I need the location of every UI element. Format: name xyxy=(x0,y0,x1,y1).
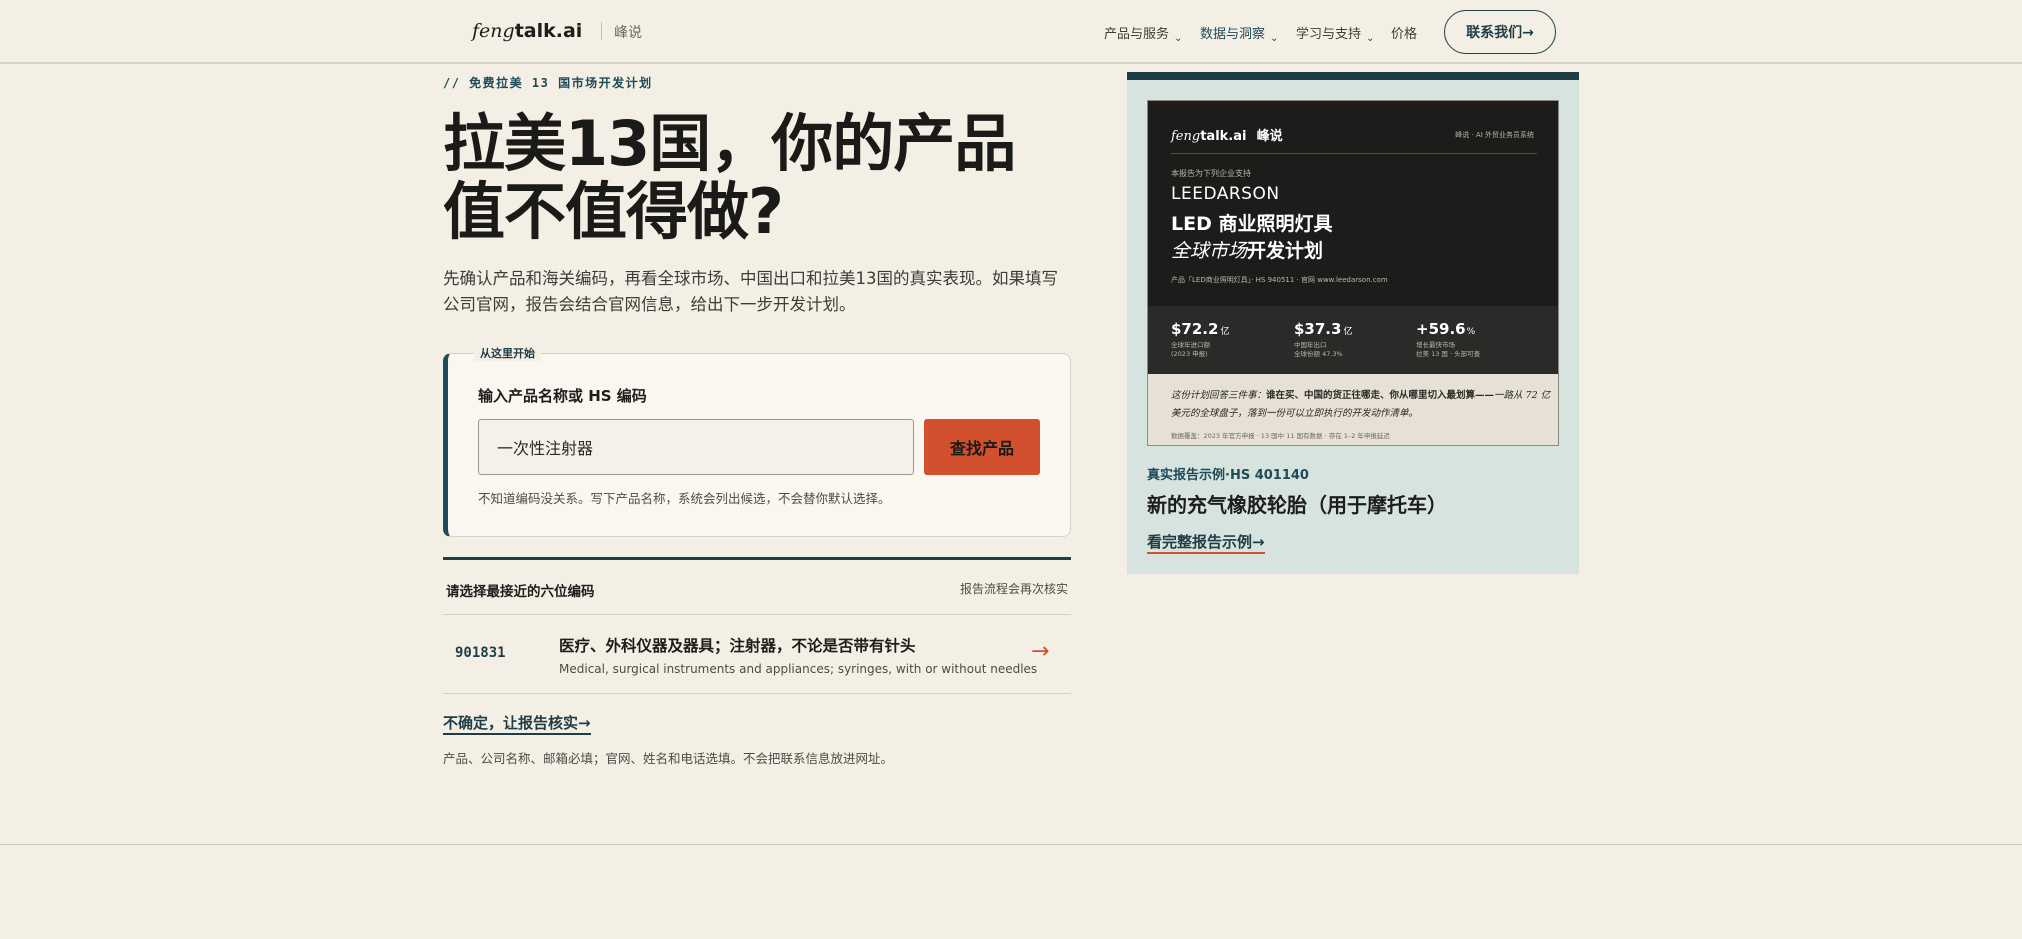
chevron-down-icon: ⌄ xyxy=(1366,33,1375,44)
verify-link[interactable]: 不确定，让报告核实→ xyxy=(443,713,591,735)
cover-stats-band: $72.2 亿 全球年进口额 (2023 申报) $37.3 亿 中国年出口 全球份… xyxy=(1148,306,1558,374)
nav-data-insights[interactable]: 数据与洞察 ⌄ xyxy=(1200,23,1279,44)
hs-code: 901831 xyxy=(455,645,506,661)
start-here-tag: 从这里开始 xyxy=(474,345,541,361)
cover-tagline: 峰说 · AI 外贸业务员系统 xyxy=(1455,131,1534,139)
stat-growth: +59.6% 增长最快市场 拉美 13 国 · 头部可查 xyxy=(1416,320,1481,358)
hs-title-cn: 医疗、外科仪器及器具；注射器，不论是否带有针头 xyxy=(559,637,916,655)
sample-kicker: 真实报告示例·HS 401140 xyxy=(1147,468,1309,483)
nav-learning-support[interactable]: 学习与支持 ⌄ xyxy=(1296,23,1375,44)
report-cover-image[interactable]: fengtalk.ai 峰说 峰说 · AI 外贸业务员系统 本报告为下列企业支… xyxy=(1147,100,1559,446)
view-full-report-link[interactable]: 看完整报告示例→ xyxy=(1147,532,1265,554)
cover-brand-logo: LEEDARSON xyxy=(1171,184,1280,204)
contact-us-button[interactable]: 联系我们→ xyxy=(1444,10,1556,54)
results-note: 报告流程会再次核实 xyxy=(960,582,1069,596)
arrow-right-icon[interactable]: → xyxy=(1031,639,1049,664)
hs-title-en: Medical, surgical instruments and applia… xyxy=(559,662,1038,676)
hero-eyebrow: // 免费拉美 13 国市场开发计划 xyxy=(443,76,653,90)
chevron-down-icon: ⌄ xyxy=(1270,33,1279,44)
results-heading: 请选择最接近的六位编码 xyxy=(446,584,595,600)
cover-divider xyxy=(1171,153,1537,154)
cover-meta: 产品「LED商业照明灯具」· HS 940511 · 官网 www.leedar… xyxy=(1171,276,1388,284)
logo-divider xyxy=(601,22,602,40)
cover-support-text: 本报告为下列企业支持 xyxy=(1171,169,1251,178)
page-divider xyxy=(0,844,2022,845)
hs-code-row[interactable]: 901831 医疗、外科仪器及器具；注射器，不论是否带有针头 Medical, … xyxy=(443,617,1071,693)
cover-title-line1: LED 商业照明灯具 xyxy=(1171,213,1333,235)
site-logo[interactable]: fengtalk.ai xyxy=(472,20,582,42)
hero-description: 先确认产品和海关编码，再看全球市场、中国出口和拉美13国的真实表现。如果填写公司… xyxy=(443,269,1058,314)
find-product-button[interactable]: 查找产品 xyxy=(924,419,1040,475)
chevron-down-icon: ⌄ xyxy=(1174,33,1183,44)
row-divider xyxy=(443,614,1071,615)
nav-products-services[interactable]: 产品与服务 ⌄ xyxy=(1104,23,1183,44)
product-field-label: 输入产品名称或 HS 编码 xyxy=(478,387,647,405)
cover-source: 数据覆盖：2023 年官方申报 · 13 国中 11 国有数据 · 存在 1–2… xyxy=(1171,432,1390,440)
results-divider xyxy=(443,557,1071,560)
cover-title-line2: 全球市场开发计划 xyxy=(1171,240,1324,262)
nav-pricing[interactable]: 价格 xyxy=(1391,23,1417,42)
form-footnote: 产品、公司名称、邮箱必填；官网、姓名和电话选填。不会把联系信息放进网址。 xyxy=(443,751,894,766)
row-divider xyxy=(443,693,1071,694)
cover-quote: 这份计划回答三件事：谁在买、中国的货正往哪走、你从哪里切入最划算——一路从 72… xyxy=(1171,390,1551,419)
cover-summary: 这份计划回答三件事：谁在买、中国的货正往哪走、你从哪里切入最划算——一路从 72… xyxy=(1148,374,1558,445)
stat-global-import: $72.2 亿 全球年进口额 (2023 申报) xyxy=(1171,320,1230,358)
search-hint: 不知道编码没关系。写下产品名称，系统会列出候选，不会替你默认选择。 xyxy=(478,491,891,506)
cover-logo: fengtalk.ai 峰说 xyxy=(1171,129,1283,144)
product-search-input[interactable] xyxy=(478,419,914,475)
site-header: fengtalk.ai 峰说 产品与服务 ⌄ 数据与洞察 ⌄ 学习与支持 ⌄ 价格 联… xyxy=(0,0,2022,64)
stat-china-export: $37.3 亿 中国年出口 全球份额 47.3% xyxy=(1294,320,1353,358)
hero-title: 拉美13国，你的产品 值不值得做? xyxy=(443,107,1016,248)
sample-title: 新的充气橡胶轮胎（用于摩托车） xyxy=(1147,493,1447,517)
logo-subtitle: 峰说 xyxy=(614,25,642,41)
